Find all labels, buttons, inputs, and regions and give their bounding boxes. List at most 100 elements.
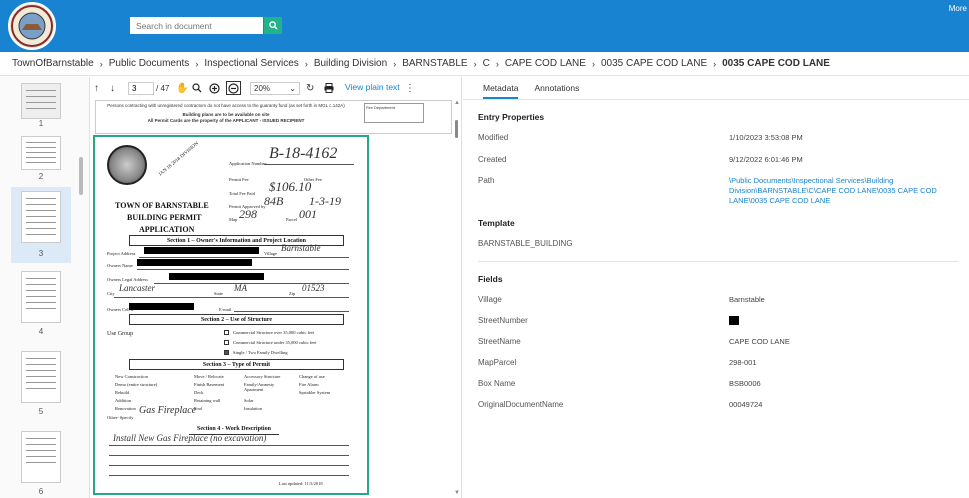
magnify-icon[interactable]	[192, 81, 202, 95]
page-thumbnail-selected[interactable]: 3	[11, 187, 71, 263]
property-key: Created	[478, 155, 507, 164]
breadcrumb-item[interactable]: Inspectional Services	[204, 58, 299, 69]
permit-type-label: Rebuild	[115, 390, 130, 395]
field-key: StreetName	[478, 337, 521, 346]
field-value: CAPE COD LANE	[729, 337, 790, 346]
field-label: Zip	[289, 291, 296, 296]
page-text: Building plans are to be available on si…	[182, 112, 270, 117]
zoom-select[interactable]: 20% ⌄	[250, 82, 300, 95]
zoom-out-icon[interactable]	[226, 81, 241, 95]
total-fee: $106.10	[269, 179, 312, 194]
breadcrumb-current: 0035 CAPE COD LANE	[722, 58, 830, 69]
thumbnail-image	[21, 351, 61, 403]
breadcrumb-item[interactable]: CAPE COD LANE	[505, 58, 586, 69]
field-key: Village	[478, 295, 502, 304]
template-value: BARNSTABLE_BUILDING	[478, 239, 573, 248]
page-thumbnail[interactable]: 5	[11, 347, 71, 423]
breadcrumb-item[interactable]: Public Documents	[109, 58, 190, 69]
fire-department-label: Fire Department	[366, 105, 395, 110]
page-number: 5	[38, 407, 44, 416]
field-value: 298-001	[729, 358, 757, 367]
received-stamp: JAN 18 2018 DIVISION	[158, 141, 200, 178]
permit-type-label: Finish Basement	[194, 382, 225, 387]
breadcrumb-item[interactable]: TownOfBarnstable	[12, 58, 94, 69]
redacted-block	[129, 303, 194, 310]
tab-metadata[interactable]: Metadata	[483, 83, 519, 99]
checkbox-label: Commercial Structure under 35,000 cubic …	[233, 340, 317, 345]
permit-type-label: Addition	[115, 398, 132, 403]
print-icon[interactable]	[324, 81, 334, 95]
tab-annotations[interactable]: Annotations	[534, 83, 579, 99]
redacted-block	[137, 259, 252, 266]
metadata-panel: Metadata Annotations Entry Properties Mo…	[463, 77, 969, 498]
page-number-input[interactable]	[128, 82, 154, 95]
fire-department-box: Fire Department	[364, 103, 424, 123]
page-number: 2	[38, 172, 44, 181]
town-seal-logo[interactable]	[8, 2, 56, 50]
field-label: Parcel	[286, 217, 298, 222]
redacted-street-number	[729, 316, 739, 325]
zoom-in-icon[interactable]	[209, 81, 220, 95]
zoom-value: 20%	[254, 84, 271, 93]
page-text: Persons contracting with unregistered co…	[107, 103, 345, 108]
thumbnail-scrollbar[interactable]	[79, 157, 83, 195]
checkbox	[224, 330, 229, 335]
path-link[interactable]: \Public Documents\Inspectional Services\…	[729, 176, 965, 206]
divider	[478, 261, 958, 262]
arrow-down-icon[interactable]: ↓	[110, 81, 115, 95]
field-value: 00049724	[729, 400, 763, 409]
permit-type-label: Deck	[194, 390, 204, 395]
permit-type-label: Other- Specify	[107, 415, 134, 420]
view-plain-text-link[interactable]: View plain text	[345, 82, 400, 92]
property-value: 1/10/2023 3:53:08 PM	[729, 133, 803, 142]
permit-type-label: Insulation	[244, 406, 262, 411]
field-key: MapParcel	[478, 358, 517, 367]
search-button[interactable]	[264, 17, 282, 34]
page-number: 3	[38, 249, 44, 258]
document-page-2: Persons contracting with unregistered co…	[95, 100, 452, 134]
building-permit-form: JAN 18 2018 DIVISION TOWN OF BARNSTABLE …	[99, 139, 365, 491]
field-label: Use Group	[107, 331, 134, 337]
entry-properties-heading: Entry Properties	[478, 112, 545, 122]
viewer-scrollbar[interactable]: ▲ ▼	[454, 100, 460, 496]
city-value: Lancaster	[119, 283, 155, 293]
chevron-right-icon: ›	[591, 58, 595, 69]
rotate-icon[interactable]: ↻	[306, 81, 314, 95]
permit-type-label: New Construction	[115, 374, 148, 379]
more-vertical-icon[interactable]: ⋮	[405, 81, 415, 95]
field-label: Project Address	[107, 251, 136, 256]
pan-hand-icon[interactable]: ✋	[176, 81, 188, 95]
permit-type-label: Accessory Structure	[244, 374, 281, 379]
map-value: 298	[239, 207, 257, 221]
thumbnail-panel: 1 2 3 4 5 6	[0, 77, 90, 498]
more-menu[interactable]: More	[949, 4, 967, 13]
page-thumbnail[interactable]: 6	[11, 427, 71, 498]
redacted-block	[144, 247, 259, 254]
scrollbar-thumb[interactable]	[455, 120, 458, 138]
approved-by: 84B	[264, 194, 284, 208]
permit-type-label: Renovation	[115, 406, 136, 411]
permit-type-label: Fire Alarm	[299, 382, 319, 387]
field-value: Barnstable	[729, 295, 765, 304]
field-key: OriginalDocumentName	[478, 400, 564, 409]
viewer-toolbar: ↑ ↓ / 47 ✋ 20% ⌄ ↻ View plain text ⋮	[90, 77, 462, 99]
divider	[463, 99, 969, 100]
section-2-header: Section 2 – Use of Structure	[129, 314, 344, 325]
search-icon	[268, 21, 278, 30]
arrow-up-icon[interactable]: ↑	[94, 81, 99, 95]
page-number: 4	[38, 327, 44, 336]
page-thumbnail[interactable]: 4	[11, 267, 71, 343]
scroll-down-icon[interactable]: ▼	[454, 490, 460, 496]
breadcrumb-item[interactable]: 0035 CAPE COD LANE	[601, 58, 707, 69]
chevron-right-icon: ›	[195, 58, 199, 69]
permit-type-label: Sprinkler System	[299, 390, 331, 395]
search-input[interactable]	[130, 17, 263, 34]
thumbnail-image	[21, 431, 61, 483]
page-total: / 47	[156, 83, 170, 93]
chevron-down-icon: ⌄	[289, 84, 296, 93]
breadcrumb-item[interactable]: Building Division	[314, 58, 387, 69]
breadcrumb-item[interactable]: C	[483, 58, 490, 69]
scroll-up-icon[interactable]: ▲	[454, 100, 460, 106]
village-value: Barnstable	[281, 243, 321, 253]
breadcrumb-item[interactable]: BARNSTABLE	[402, 58, 467, 69]
